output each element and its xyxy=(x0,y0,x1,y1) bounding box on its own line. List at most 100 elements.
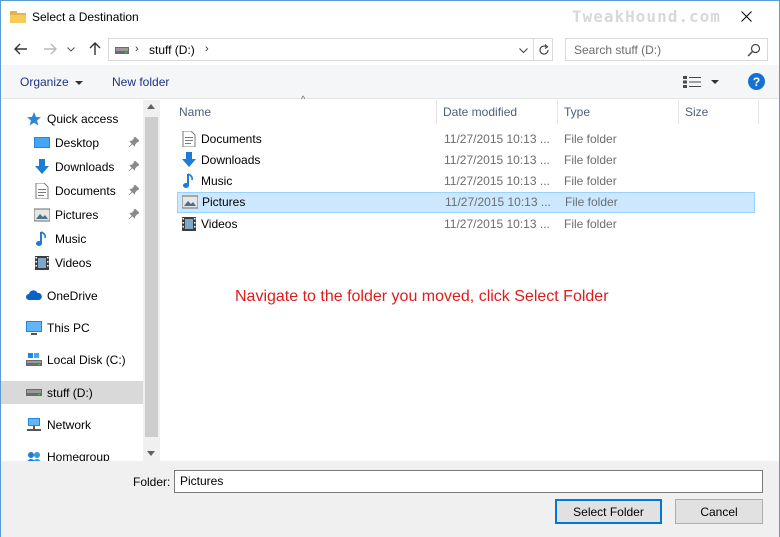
video-icon xyxy=(35,256,49,270)
toolbar: Organize New folder ? xyxy=(1,65,779,99)
forward-button[interactable] xyxy=(41,40,59,58)
caret-down-icon[interactable] xyxy=(711,80,719,84)
file-date: 11/27/2015 10:13 ... xyxy=(445,195,551,209)
select-folder-button[interactable]: Select Folder xyxy=(555,499,662,524)
file-name: Documents xyxy=(201,132,262,146)
sidebar-item-documents[interactable]: Documents xyxy=(1,179,143,202)
sidebar-item-label: Videos xyxy=(55,256,92,270)
pin-icon xyxy=(129,161,139,171)
sidebar-item-videos[interactable]: Videos xyxy=(1,251,143,274)
search-icon xyxy=(747,43,761,57)
navigation-pane: Quick access Desktop Downloads Documents… xyxy=(1,100,161,461)
sidebar-item-downloads[interactable]: Downloads xyxy=(1,155,143,178)
back-button[interactable] xyxy=(12,40,30,58)
help-button[interactable]: ? xyxy=(748,73,765,90)
breadcrumb-separator[interactable]: › xyxy=(205,43,209,55)
sidebar-item-local-disk[interactable]: Local Disk (C:) xyxy=(1,348,143,371)
chevron-down-icon xyxy=(518,47,528,53)
computer-icon xyxy=(26,321,42,335)
change-view-button[interactable] xyxy=(683,74,723,90)
column-header-date[interactable]: Date modified xyxy=(437,100,558,124)
drive-icon xyxy=(115,47,129,54)
address-bar[interactable]: › stuff (D:) › xyxy=(108,38,553,61)
video-icon xyxy=(182,217,196,231)
pin-icon xyxy=(129,209,139,219)
sidebar-item-label: Network xyxy=(47,418,92,432)
file-type: File folder xyxy=(564,217,617,231)
refresh-button[interactable] xyxy=(533,39,553,60)
folder-field[interactable]: Pictures xyxy=(174,470,763,493)
instruction-annotation: Navigate to the folder you moved, click … xyxy=(235,288,609,305)
sidebar-item-label: Quick access xyxy=(47,112,119,126)
close-icon xyxy=(740,10,752,22)
scrollbar-thumb[interactable] xyxy=(145,117,158,437)
navigation-row: › stuff (D:) › Search stuff (D:) xyxy=(1,34,779,64)
sort-ascending-icon: ^ xyxy=(301,94,306,104)
table-row[interactable]: Downloads 11/27/2015 10:13 ... File fold… xyxy=(177,150,755,171)
title-bar: Select a Destination TweakHound.com xyxy=(1,1,779,33)
breadcrumb-drive[interactable]: stuff (D:) xyxy=(149,43,195,57)
recent-locations-button[interactable] xyxy=(65,40,77,58)
folder-label: Folder: xyxy=(133,475,171,489)
sidebar-item-label: Desktop xyxy=(55,136,100,150)
organize-button[interactable]: Organize xyxy=(20,75,83,89)
scroll-up-icon[interactable] xyxy=(147,104,155,109)
file-date: 11/27/2015 10:13 ... xyxy=(444,174,550,188)
caret-down-icon xyxy=(74,80,83,85)
address-dropdown-button[interactable] xyxy=(515,42,531,58)
desktop-icon xyxy=(34,137,50,148)
scroll-down-icon[interactable] xyxy=(147,451,155,456)
breadcrumb-separator: › xyxy=(135,43,139,55)
column-header-name[interactable]: Name ^ xyxy=(173,94,437,124)
download-icon xyxy=(182,152,196,167)
sidebar-item-stuff-drive[interactable]: stuff (D:) xyxy=(1,381,143,404)
pictures-icon xyxy=(182,195,198,209)
search-input[interactable]: Search stuff (D:) xyxy=(565,38,768,61)
new-folder-button[interactable]: New folder xyxy=(112,75,169,89)
sidebar-item-network[interactable]: Network xyxy=(1,413,143,436)
table-row-selected[interactable]: Pictures 11/27/2015 10:13 ... File folde… xyxy=(177,192,755,213)
document-icon xyxy=(182,131,196,147)
details-view-icon xyxy=(683,76,701,88)
homegroup-icon xyxy=(27,452,41,461)
column-header-type[interactable]: Type xyxy=(558,100,679,124)
sidebar-item-this-pc[interactable]: This PC xyxy=(1,316,143,339)
window-title: Select a Destination xyxy=(32,10,139,24)
arrow-up-icon xyxy=(89,42,101,55)
cloud-icon xyxy=(26,290,42,300)
file-name: Videos xyxy=(201,217,238,231)
document-icon xyxy=(35,183,49,199)
sidebar-item-pictures[interactable]: Pictures xyxy=(1,203,143,226)
table-row[interactable]: Videos 11/27/2015 10:13 ... File folder xyxy=(177,214,755,235)
close-button[interactable] xyxy=(734,4,758,28)
sidebar-item-label: Homegroup xyxy=(47,450,110,461)
up-button[interactable] xyxy=(86,40,104,58)
music-icon xyxy=(183,173,193,188)
arrow-left-icon xyxy=(14,43,27,55)
organize-label: Organize xyxy=(20,75,69,89)
navigation-scrollbar[interactable] xyxy=(143,100,160,461)
column-header-label: Name xyxy=(179,105,212,119)
sidebar-item-label: Pictures xyxy=(55,208,99,222)
sidebar-item-label: This PC xyxy=(47,321,90,335)
drive-icon xyxy=(26,389,42,396)
network-icon xyxy=(27,418,41,431)
sidebar-item-desktop[interactable]: Desktop xyxy=(1,131,143,154)
table-row[interactable]: Documents 11/27/2015 10:13 ... File fold… xyxy=(177,129,755,150)
dialog-footer: Folder: Pictures Select Folder Cancel xyxy=(1,461,779,537)
pictures-icon xyxy=(34,208,50,222)
cancel-button[interactable]: Cancel xyxy=(675,499,763,524)
table-row[interactable]: Music 11/27/2015 10:13 ... File folder xyxy=(177,171,755,192)
watermark: TweakHound.com xyxy=(572,7,721,26)
file-type: File folder xyxy=(564,132,617,146)
sidebar-item-label: Documents xyxy=(55,184,116,198)
sidebar-item-homegroup[interactable]: Homegroup xyxy=(1,445,143,461)
sidebar-item-label: OneDrive xyxy=(47,289,98,303)
file-type: File folder xyxy=(564,153,617,167)
file-type: File folder xyxy=(564,174,617,188)
chevron-down-icon xyxy=(67,46,75,52)
column-header-size[interactable]: Size xyxy=(679,100,759,124)
sidebar-item-music[interactable]: Music xyxy=(1,227,143,250)
sidebar-item-quick-access[interactable]: Quick access xyxy=(1,107,143,130)
sidebar-item-onedrive[interactable]: OneDrive xyxy=(1,284,143,307)
